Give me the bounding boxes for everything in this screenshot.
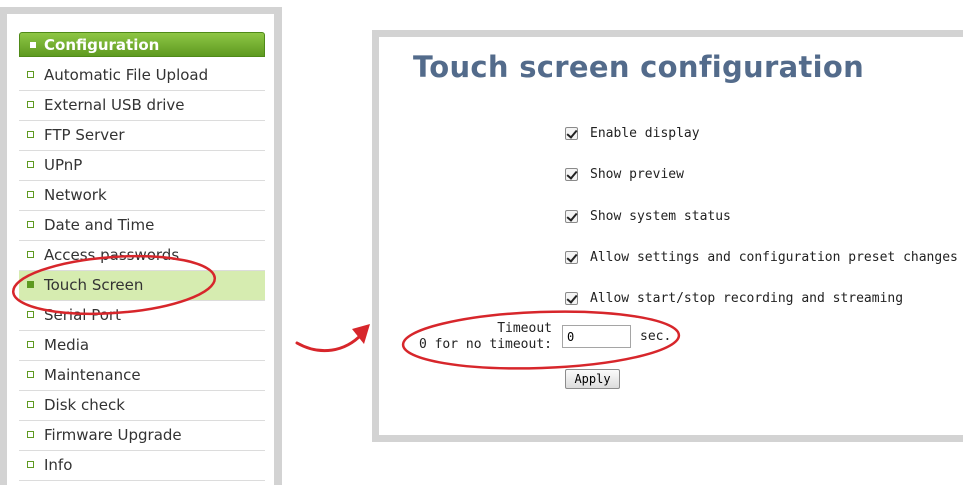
menu-item-upnp[interactable]: UPnP [19,151,265,181]
square-bullet-icon [27,131,34,138]
menu-item-label: Firmware Upgrade [44,426,182,444]
menu-item-external-usb-drive[interactable]: External USB drive [19,91,265,121]
timeout-input[interactable] [562,325,631,348]
square-bullet-icon [27,281,34,288]
option-enable-display[interactable]: Enable display [565,123,700,143]
timeout-unit: sec. [640,329,672,344]
menu-item-maintenance[interactable]: Maintenance [19,361,265,391]
square-bullet-icon [27,161,34,168]
menu-item-disk-check[interactable]: Disk check [19,391,265,421]
menu-item-label: External USB drive [44,96,185,114]
menu-item-automatic-file-upload[interactable]: Automatic File Upload [19,61,265,91]
menu-item-label: Automatic File Upload [44,66,209,84]
timeout-label: Timeout 0 for no timeout: [405,321,552,353]
option-label: Enable display [590,125,700,141]
menu-header-configuration[interactable]: Configuration [19,32,265,57]
menu-item-label: Serial Port [44,306,121,324]
allow-settings-changes-checkbox[interactable] [565,250,578,264]
menu-item-firmware-upgrade[interactable]: Firmware Upgrade [19,421,265,451]
menu-item-label: Maintenance [44,366,141,384]
square-bullet-icon [27,221,34,228]
menu-item-touch-screen[interactable]: Touch Screen [19,271,265,301]
square-bullet-icon [27,311,34,318]
option-allow-start-stop[interactable]: Allow start/stop recording and streaming [565,288,903,308]
square-bullet-icon [27,431,34,438]
square-bullet-icon [27,371,34,378]
menu-item-label: Media [44,336,90,354]
option-allow-settings-changes[interactable]: Allow settings and configuration preset … [565,247,958,267]
menu-item-label: UPnP [44,156,83,174]
square-bullet-icon [27,251,34,258]
square-bullet-icon [27,101,34,108]
enable-display-checkbox[interactable] [565,126,578,140]
square-bullet-icon [27,341,34,348]
menu-header-label: Configuration [44,36,160,54]
square-bullet-icon [27,461,34,468]
square-bullet-icon [27,401,34,408]
arrow-head-icon [352,324,370,344]
option-label: Show preview [590,166,684,182]
menu-item-label: Network [44,186,107,204]
menu-item-label: Access passwords [44,246,180,264]
show-system-status-checkbox[interactable] [565,209,578,223]
menu-item-label: FTP Server [44,126,125,144]
square-bullet-icon [27,71,34,78]
apply-button[interactable]: Apply [565,369,620,389]
menu-item-date-and-time[interactable]: Date and Time [19,211,265,241]
allow-start-stop-checkbox[interactable] [565,291,578,305]
touch-screen-config-panel: Touch screen configuration Enable displa… [372,30,963,442]
menu-item-serial-port[interactable]: Serial Port [19,301,265,331]
menu-list: Automatic File Upload External USB drive… [19,61,265,481]
arrow-curve [295,332,364,353]
timeout-label-line2: 0 for no timeout: [418,337,552,352]
config-menu-panel: Configuration Automatic File Upload Exte… [0,7,282,485]
menu-item-media[interactable]: Media [19,331,265,361]
square-bullet-icon [30,41,36,48]
show-preview-checkbox[interactable] [565,167,578,181]
menu-item-label: Info [44,456,73,474]
timeout-label-line1: Timeout [497,321,552,336]
option-show-preview[interactable]: Show preview [565,164,684,184]
square-bullet-icon [27,191,34,198]
menu-item-label: Touch Screen [44,276,144,294]
option-label: Show system status [590,208,731,224]
option-label: Allow start/stop recording and streaming [590,290,904,306]
page-title: Touch screen configuration [413,50,865,84]
menu-item-label: Date and Time [44,216,155,234]
menu-item-label: Disk check [44,396,125,414]
option-show-system-status[interactable]: Show system status [565,206,731,226]
option-label: Allow settings and configuration preset … [590,249,958,265]
menu-item-network[interactable]: Network [19,181,265,211]
menu-item-access-passwords[interactable]: Access passwords [19,241,265,271]
menu-item-info[interactable]: Info [19,451,265,481]
menu-item-ftp-server[interactable]: FTP Server [19,121,265,151]
